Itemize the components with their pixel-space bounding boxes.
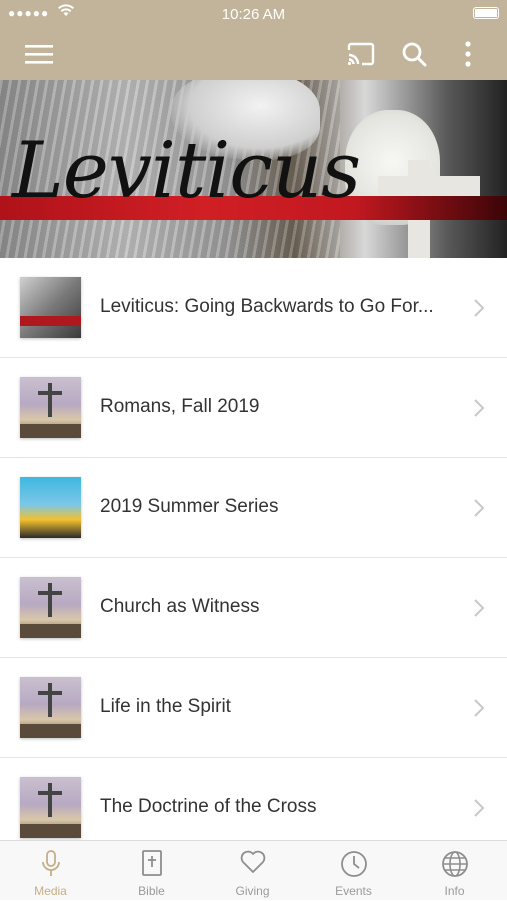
list-item[interactable]: Leviticus: Going Backwards to Go For... [0, 258, 507, 358]
tab-events[interactable]: Events [303, 841, 404, 901]
list-item[interactable]: Church as Witness [0, 558, 507, 658]
bottom-tab-bar: Media Bible Giving Events Info [0, 840, 507, 900]
series-thumbnail [20, 477, 81, 538]
bible-icon [141, 850, 162, 876]
series-thumbnail [20, 577, 81, 638]
battery-icon [473, 7, 499, 19]
banner-title: Leviticus [12, 126, 361, 216]
series-banner[interactable]: Leviticus [0, 80, 507, 258]
series-title: Life in the Spirit [100, 696, 231, 717]
tab-label: Media [34, 884, 67, 898]
series-list: Leviticus: Going Backwards to Go For... … [0, 258, 507, 858]
series-thumbnail [20, 777, 81, 838]
series-title: 2019 Summer Series [100, 496, 279, 517]
tab-label: Info [444, 884, 465, 898]
tab-label: Events [335, 884, 372, 898]
clock-icon [340, 851, 367, 877]
series-title: The Doctrine of the Cross [100, 796, 317, 817]
list-item[interactable]: Romans, Fall 2019 [0, 358, 507, 458]
tab-giving[interactable]: Giving [202, 841, 303, 901]
tab-label: Giving [235, 884, 270, 898]
chevron-right-icon [474, 699, 485, 717]
search-icon [402, 42, 427, 67]
hamburger-menu-button[interactable] [21, 36, 57, 72]
chevron-right-icon [474, 599, 485, 617]
chevron-right-icon [474, 499, 485, 517]
series-title: Leviticus: Going Backwards to Go For... [100, 296, 434, 317]
chevron-right-icon [474, 799, 485, 817]
cast-icon [347, 42, 375, 66]
heart-icon [240, 850, 265, 873]
more-options-button[interactable] [450, 36, 486, 72]
list-item[interactable]: 2019 Summer Series [0, 458, 507, 558]
series-thumbnail [20, 677, 81, 738]
top-toolbar [0, 28, 507, 80]
tab-bible[interactable]: Bible [101, 841, 202, 901]
cast-button[interactable] [343, 36, 379, 72]
clock-time: 10:26 AM [221, 6, 286, 23]
status-bar: ●●●●● 10:26 AM [0, 0, 507, 28]
series-title: Romans, Fall 2019 [100, 396, 260, 417]
globe-icon [441, 851, 468, 877]
tab-label: Bible [138, 884, 165, 898]
chevron-right-icon [474, 299, 485, 317]
list-item[interactable]: Life in the Spirit [0, 658, 507, 758]
more-vertical-icon [465, 41, 471, 67]
series-thumbnail [20, 377, 81, 438]
microphone-icon [41, 850, 60, 876]
tab-info[interactable]: Info [404, 841, 505, 901]
search-button[interactable] [396, 36, 432, 72]
hamburger-icon [25, 45, 53, 64]
series-thumbnail [20, 277, 81, 338]
tab-media[interactable]: Media [0, 841, 101, 901]
chevron-right-icon [474, 399, 485, 417]
series-title: Church as Witness [100, 596, 260, 617]
